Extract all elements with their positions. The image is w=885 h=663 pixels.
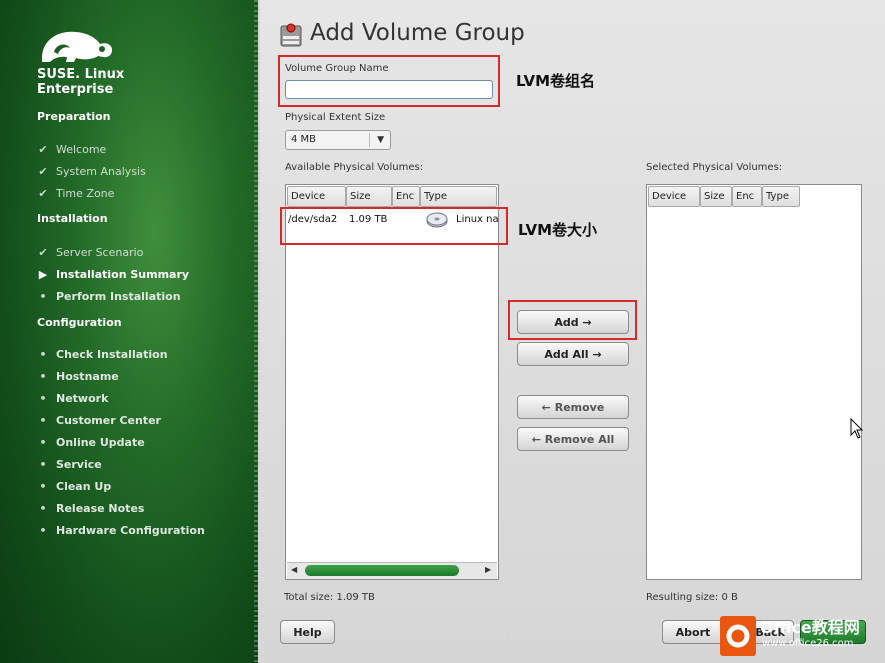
horizontal-scrollbar[interactable]: ◀ ▶ xyxy=(287,562,497,579)
col-type[interactable]: Type xyxy=(420,186,497,207)
annotation-vg-size: LVM卷大小 xyxy=(518,221,598,239)
add-all-button[interactable]: Add All → xyxy=(517,342,629,366)
col-enc[interactable]: Enc xyxy=(732,186,762,207)
total-size: Total size: 1.09 TB xyxy=(284,592,375,603)
bullet-icon: • xyxy=(39,414,47,427)
resulting-size: Resulting size: 0 B xyxy=(646,592,738,603)
bullet-icon: • xyxy=(39,392,47,405)
sidebar: SUSE. Linux Enterprise Preparation ✔ Welc… xyxy=(0,0,258,663)
check-icon: ✔ xyxy=(38,246,48,259)
bullet-icon: • xyxy=(39,524,47,537)
annotation-vg-name: LVM卷组名 xyxy=(516,72,596,90)
suse-chameleon-logo xyxy=(42,31,112,62)
step-hostname: • Hostname xyxy=(36,370,118,383)
pe-size-select[interactable]: 4 MB ▼ xyxy=(285,130,391,150)
selected-pv-table[interactable]: Device Size Enc Type xyxy=(646,184,862,580)
office-logo-icon xyxy=(720,616,756,656)
disk-icon xyxy=(280,23,302,47)
bullet-icon: • xyxy=(39,348,47,361)
step-time-zone: ✔ Time Zone xyxy=(36,187,114,200)
watermark-url: www.office26.com xyxy=(762,638,854,649)
section-installation: Installation xyxy=(37,212,108,225)
pe-size-label: Physical Extent Size xyxy=(285,112,386,123)
bullet-icon: • xyxy=(39,436,47,449)
bullet-icon: • xyxy=(39,370,47,383)
scrollbar-thumb[interactable] xyxy=(305,565,459,576)
step-server-scenario: ✔ Server Scenario xyxy=(36,246,143,259)
step-clean-up: • Clean Up xyxy=(36,480,111,493)
check-icon: ✔ xyxy=(38,143,48,156)
step-service: • Service xyxy=(36,458,101,471)
selected-pv-label: Selected Physical Volumes: xyxy=(646,162,783,173)
brand-line-1: SUSE. Linux xyxy=(37,67,125,82)
table-header: Device Size Enc Type xyxy=(648,186,800,208)
watermark: Office教程网 www.office26.com xyxy=(720,610,885,663)
table-header: Device Size Enc Type xyxy=(287,186,497,208)
step-welcome: ✔ Welcome xyxy=(36,143,106,156)
arrow-right-icon: ▶ xyxy=(38,268,48,281)
step-check-installation: • Check Installation xyxy=(36,348,167,361)
bullet-icon: • xyxy=(39,480,47,493)
brand-line-2: Enterprise xyxy=(37,82,114,97)
check-icon: ✔ xyxy=(38,187,48,200)
brand-text: SUSE. Linux Enterprise xyxy=(37,67,124,97)
col-device[interactable]: Device xyxy=(648,186,700,207)
remove-all-button[interactable]: ← Remove All xyxy=(517,427,629,451)
step-installation-summary: ▶ Installation Summary xyxy=(36,268,189,281)
remove-button[interactable]: ← Remove xyxy=(517,395,629,419)
annotation-box-vg-name xyxy=(278,55,500,107)
abort-button[interactable]: Abort xyxy=(662,620,724,644)
help-button[interactable]: Help xyxy=(280,620,335,644)
step-network: • Network xyxy=(36,392,108,405)
select-separator xyxy=(369,133,370,147)
watermark-title: Office教程网 xyxy=(760,618,860,637)
step-online-update: • Online Update xyxy=(36,436,144,449)
chevron-down-icon: ▼ xyxy=(377,135,384,145)
bullet-icon: • xyxy=(39,290,47,303)
bullet-icon: • xyxy=(39,502,47,515)
step-release-notes: • Release Notes xyxy=(36,502,144,515)
step-perform-installation: • Perform Installation xyxy=(36,290,180,303)
available-pv-label: Available Physical Volumes: xyxy=(285,162,424,173)
step-system-analysis: ✔ System Analysis xyxy=(36,165,145,178)
col-enc[interactable]: Enc xyxy=(392,186,420,207)
pe-size-value: 4 MB xyxy=(291,134,317,145)
col-size[interactable]: Size xyxy=(700,186,732,207)
step-hardware-configuration: • Hardware Configuration xyxy=(36,524,204,537)
dialog-title: Add Volume Group xyxy=(310,20,525,46)
col-type[interactable]: Type xyxy=(762,186,800,207)
mouse-cursor-icon xyxy=(850,418,864,439)
annotation-box-vg-size xyxy=(280,207,508,245)
col-size[interactable]: Size xyxy=(346,186,392,207)
check-icon: ✔ xyxy=(38,165,48,178)
bullet-icon: • xyxy=(39,458,47,471)
step-customer-center: • Customer Center xyxy=(36,414,160,427)
col-device[interactable]: Device xyxy=(287,186,346,207)
section-preparation: Preparation xyxy=(37,110,111,123)
scroll-left-icon[interactable]: ◀ xyxy=(291,565,297,574)
annotation-box-add xyxy=(508,300,637,340)
section-configuration: Configuration xyxy=(37,316,122,329)
scroll-right-icon[interactable]: ▶ xyxy=(485,565,491,574)
